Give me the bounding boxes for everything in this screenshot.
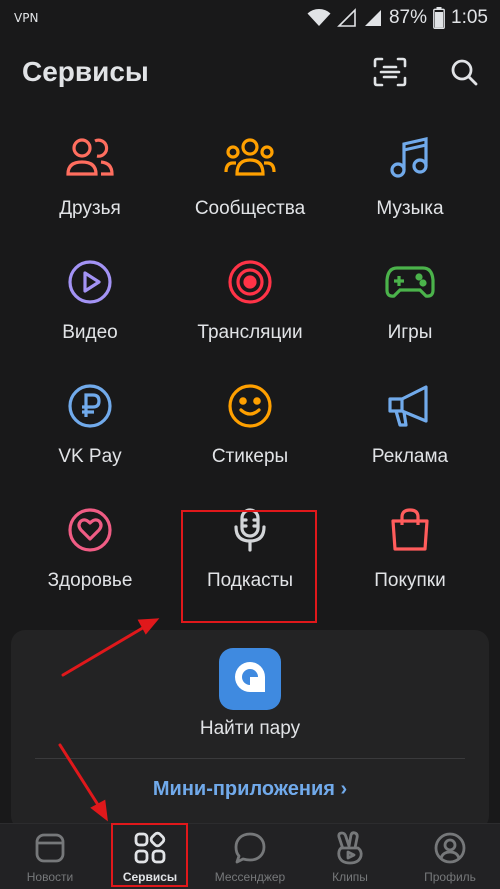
status-icons: 87% 1:05 xyxy=(307,6,488,30)
tab-label: Профиль xyxy=(424,870,476,884)
service-label: VK Pay xyxy=(58,446,122,467)
service-games[interactable]: Игры xyxy=(330,254,490,364)
vpn-indicator: VPN xyxy=(14,11,39,25)
service-shopping[interactable]: Покупки xyxy=(330,502,490,612)
service-health[interactable]: Здоровье xyxy=(10,502,170,612)
friends-icon xyxy=(62,130,118,186)
service-communities[interactable]: Сообщества xyxy=(170,130,330,240)
live-icon xyxy=(222,254,278,310)
news-icon xyxy=(32,830,68,866)
battery-icon xyxy=(433,7,445,29)
vkpay-icon xyxy=(62,378,118,434)
health-icon xyxy=(62,502,118,558)
mini-apps-link[interactable]: Мини-приложения › xyxy=(11,778,489,801)
signal-icon xyxy=(363,8,383,28)
service-label: Друзья xyxy=(59,198,121,219)
service-label: Видео xyxy=(62,322,118,343)
service-vkpay[interactable]: VK Pay xyxy=(10,378,170,488)
tab-label: Клипы xyxy=(332,870,368,884)
service-friends[interactable]: Друзья xyxy=(10,130,170,240)
divider xyxy=(35,758,465,759)
tab-label: Мессенджер xyxy=(214,870,286,884)
dating-app-icon xyxy=(230,657,270,702)
clips-icon xyxy=(332,830,368,866)
tab-clips[interactable]: Клипы xyxy=(300,824,400,889)
ads-icon xyxy=(382,378,438,434)
profile-icon xyxy=(432,830,468,866)
music-icon xyxy=(382,130,438,186)
service-live[interactable]: Трансляции xyxy=(170,254,330,364)
qr-scan-button[interactable] xyxy=(370,54,410,94)
battery-percent: 87% xyxy=(388,7,428,28)
service-stickers[interactable]: Стикеры xyxy=(170,378,330,488)
service-label: Стикеры xyxy=(211,446,289,467)
games-icon xyxy=(382,254,438,310)
signal-empty-icon xyxy=(337,8,357,28)
messenger-icon xyxy=(232,830,268,866)
podcasts-highlight-box xyxy=(181,510,317,623)
service-label: Реклама xyxy=(371,446,449,467)
service-label: Здоровье xyxy=(47,570,133,591)
tab-label: Новости xyxy=(26,870,74,884)
header: Сервисы xyxy=(0,50,500,98)
page-title: Сервисы xyxy=(22,56,149,87)
service-label: Музыка xyxy=(376,198,444,219)
service-label: Игры xyxy=(387,322,433,343)
search-button[interactable] xyxy=(444,54,484,94)
tab-news[interactable]: Новости xyxy=(0,824,100,889)
services-tab-highlight-box xyxy=(111,823,188,887)
dating-app-button[interactable] xyxy=(219,648,281,710)
dating-app-label: Найти пару xyxy=(199,718,301,739)
service-label: Покупки xyxy=(374,570,446,591)
service-label: Сообщества xyxy=(194,198,306,219)
bottom-tab-bar: Новости Сервисы Мессенджер Клипы Профиль xyxy=(0,823,500,889)
clock: 1:05 xyxy=(451,7,488,28)
video-icon xyxy=(62,254,118,310)
service-ads[interactable]: Реклама xyxy=(330,378,490,488)
stickers-icon xyxy=(222,378,278,434)
communities-icon xyxy=(222,130,278,186)
qr-scan-icon xyxy=(373,57,407,92)
service-music[interactable]: Музыка xyxy=(330,130,490,240)
tab-messenger[interactable]: Мессенджер xyxy=(200,824,300,889)
tab-profile[interactable]: Профиль xyxy=(400,824,500,889)
search-icon xyxy=(450,58,478,91)
service-video[interactable]: Видео xyxy=(10,254,170,364)
status-bar: VPN 87% 1:05 xyxy=(0,0,500,36)
shopping-icon xyxy=(382,502,438,558)
wifi-icon xyxy=(307,8,331,28)
mini-apps-card: Найти пару Мини-приложения › xyxy=(11,630,489,830)
service-label: Трансляции xyxy=(197,322,303,343)
